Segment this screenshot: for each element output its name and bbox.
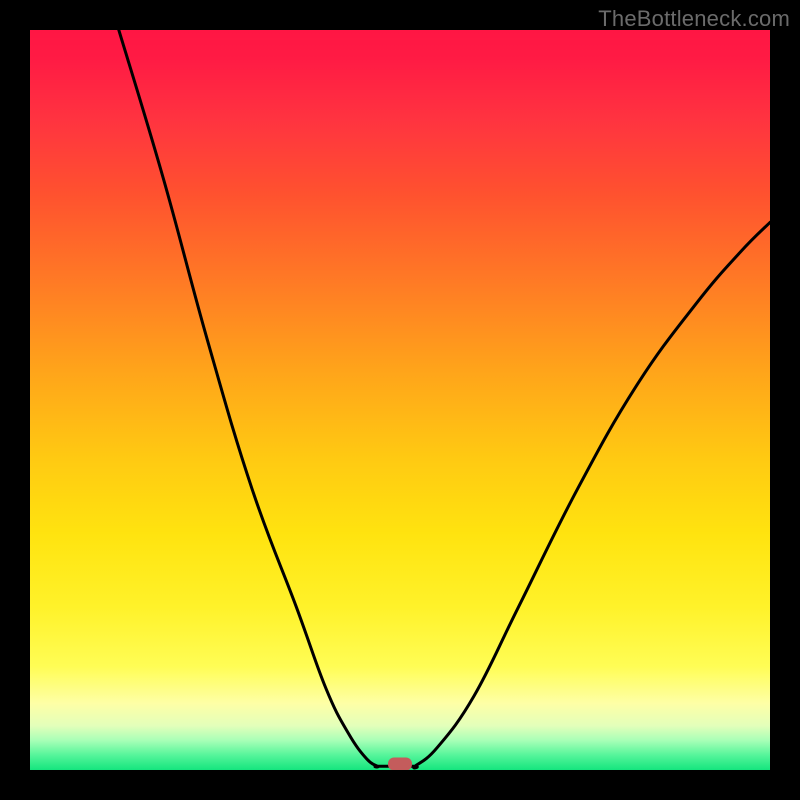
curve-svg [30, 30, 770, 770]
watermark-text: TheBottleneck.com [598, 6, 790, 32]
plot-area [30, 30, 770, 770]
optimum-marker [388, 758, 412, 770]
chart-frame: TheBottleneck.com [0, 0, 800, 800]
bottleneck-curve [119, 30, 770, 768]
